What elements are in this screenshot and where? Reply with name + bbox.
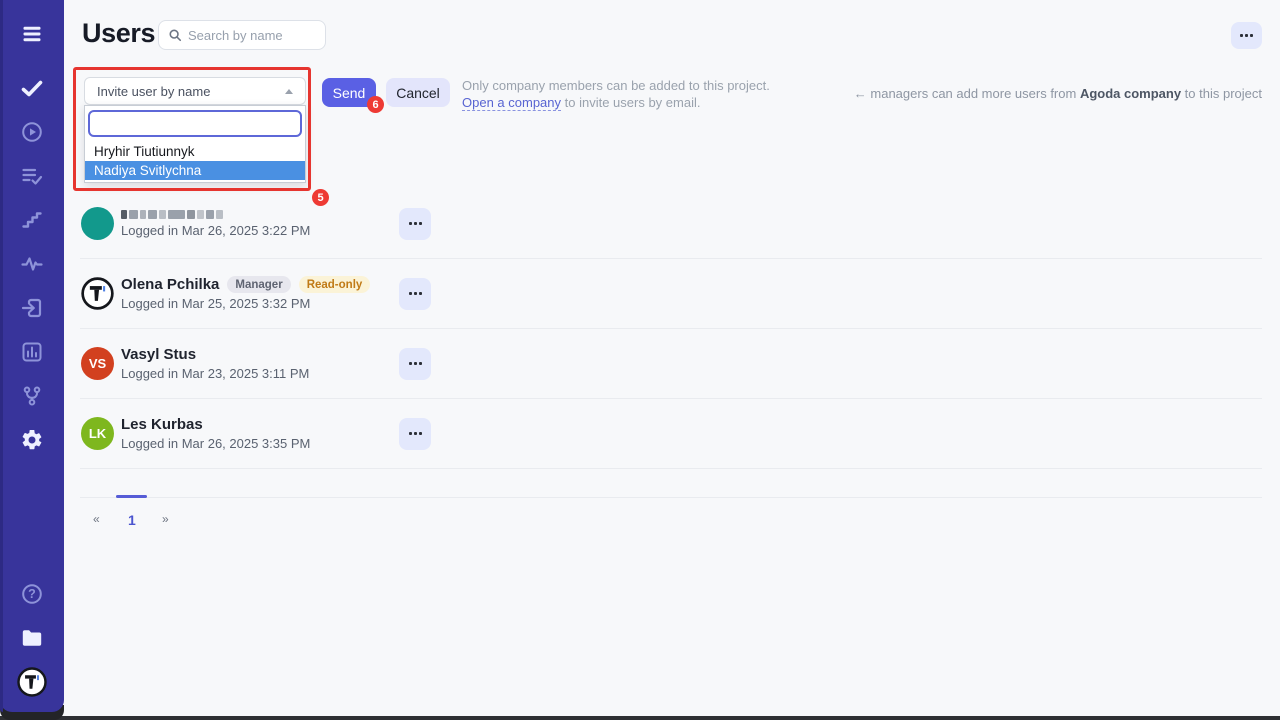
chevron-up-icon [285,89,293,94]
dropdown-option-selected[interactable]: Nadiya Svitlychna [85,161,305,180]
sidebar-item-git-fork[interactable] [10,374,54,418]
app-root: ? Users Invite user by name Hryhir Tiuti… [0,0,1280,720]
sign-in-icon [20,296,44,320]
ellipsis-icon [1240,34,1243,38]
page-title: Users [82,18,155,49]
page-more-button[interactable] [1231,22,1262,49]
invite-select-placeholder: Invite user by name [97,84,285,99]
folder-icon [20,626,44,650]
badge-read-only: Read-only [299,276,371,293]
sidebar-item-task-list-check[interactable] [10,154,54,198]
sidebar-item-logo[interactable] [10,660,54,704]
svg-text:?: ? [28,587,36,601]
sidebar-item-play-circle[interactable] [10,110,54,154]
avatar [81,207,114,240]
row-more-button[interactable] [399,208,431,240]
open-company-link[interactable]: Open a company [462,95,561,111]
row-more-button[interactable] [399,418,431,450]
dropdown-option[interactable]: Hryhir Tiutiunnyk [85,142,305,161]
search-input-wrap [158,20,326,50]
bottom-edge-bar [0,716,1280,720]
ellipsis-icon [409,292,412,296]
last-login: Logged in Mar 25, 2025 3:32 PM [121,296,399,311]
manager-note: ← managers can add more users from Agoda… [854,86,1262,101]
gear-icon [20,428,44,452]
sidebar-item-checkmark[interactable] [10,66,54,110]
invite-info-line2: Open a company to invite users by email. [462,95,770,112]
sidebar-footer: ? [0,572,64,712]
invite-user-dropdown: Hryhir Tiutiunnyk Nadiya Svitlychna [84,105,306,183]
play-circle-icon [20,120,44,144]
checkmark-icon [20,76,44,100]
row-more-button[interactable] [399,348,431,380]
user-row: Olena Pchilka Manager Read-only Logged in… [80,259,1262,329]
user-name: Vasyl Stus [121,346,196,363]
invite-info-line1: Only company members can be added to thi… [462,78,770,95]
user-row: LK Les Kurbas Logged in Mar 26, 2025 3:3… [80,399,1262,469]
pagination-divider [80,497,1262,498]
user-row: Logged in Mar 26, 2025 3:22 PM [80,189,1262,259]
task-list-check-icon [20,164,44,188]
activity-pulse-icon [20,252,44,276]
user-name: Les Kurbas [121,416,203,433]
sidebar-item-hamburger-menu[interactable] [10,16,54,52]
sidebar-item-activity-pulse[interactable] [10,242,54,286]
pagination: « 1 » [80,512,200,534]
sidebar-item-stairs[interactable] [10,198,54,242]
user-list: Logged in Mar 26, 2025 3:22 PM Olena Pch… [80,189,1262,469]
pagination-active-indicator [116,495,147,498]
cancel-button[interactable]: Cancel [386,78,450,107]
search-icon [168,28,182,42]
avatar: LK [81,417,114,450]
last-login: Logged in Mar 26, 2025 3:35 PM [121,436,399,451]
logo-icon [17,667,47,697]
hamburger-menu-icon [20,22,44,46]
invite-user-select[interactable]: Invite user by name [84,77,306,105]
sidebar: ? [0,0,64,712]
last-login: Logged in Mar 23, 2025 3:11 PM [121,366,399,381]
ellipsis-icon [409,222,412,226]
sidebar-item-bar-chart[interactable] [10,330,54,374]
send-button[interactable]: Send [322,78,376,107]
pagination-page-1[interactable]: 1 [128,512,136,528]
git-fork-icon [20,384,44,408]
ellipsis-icon [409,432,412,436]
row-more-button[interactable] [399,278,431,310]
sidebar-nav [0,0,64,462]
ellipsis-icon [409,362,412,366]
bar-chart-icon [20,340,44,364]
pagination-next[interactable]: » [162,512,169,526]
invite-info-text: Only company members can be added to thi… [462,78,770,111]
avatar: VS [81,347,114,380]
user-row: VS Vasyl Stus Logged in Mar 23, 2025 3:1… [80,329,1262,399]
user-name: Olena Pchilka [121,276,219,293]
sidebar-item-gear[interactable] [10,418,54,462]
redacted-user-name [121,210,223,220]
sidebar-item-help[interactable]: ? [10,572,54,616]
sidebar-item-folder[interactable] [10,616,54,660]
search-input[interactable] [188,28,316,43]
pagination-prev[interactable]: « [93,512,100,526]
stairs-icon [20,208,44,232]
badge-manager: Manager [227,276,290,293]
help-icon: ? [20,582,44,606]
last-login: Logged in Mar 26, 2025 3:22 PM [121,223,399,238]
avatar [81,277,114,310]
dropdown-filter-input[interactable] [88,110,302,137]
sidebar-item-sign-in[interactable] [10,286,54,330]
